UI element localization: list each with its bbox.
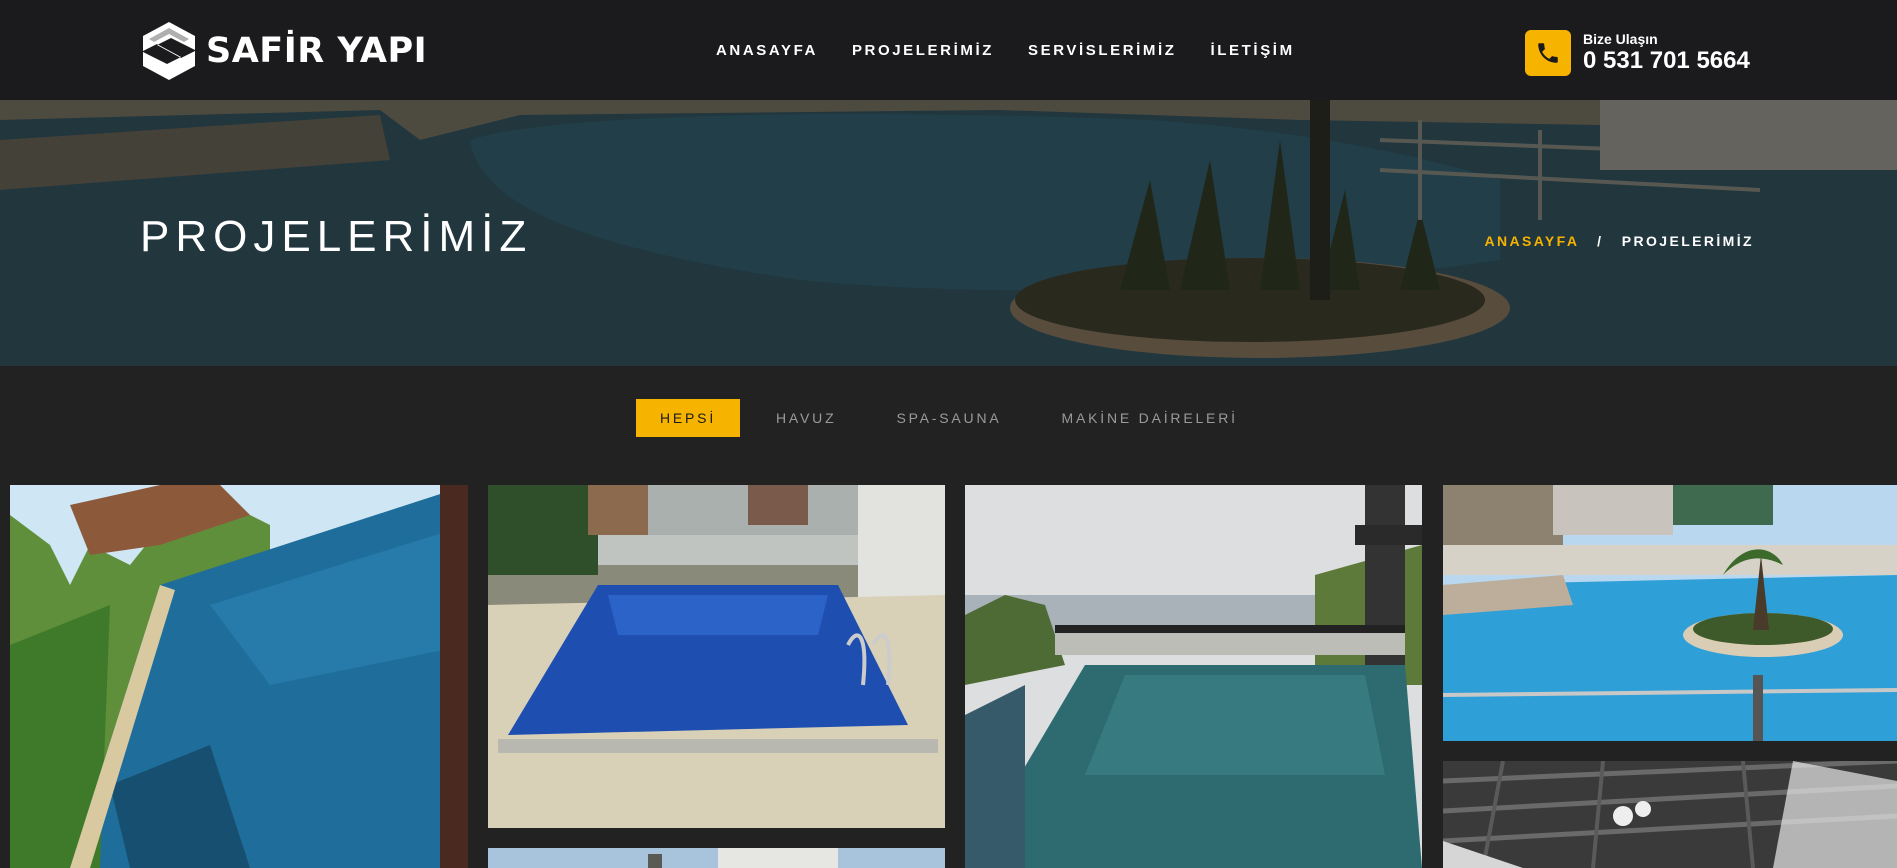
breadcrumb-separator: / <box>1597 233 1604 249</box>
page-title: PROJELERİMİZ <box>140 212 533 261</box>
nav-item-anasayfa[interactable]: ANASAYFA <box>716 42 818 59</box>
phone-icon <box>1525 30 1571 76</box>
logo[interactable]: SAFİR YAPI <box>140 20 427 82</box>
site-header: SAFİR YAPI ANASAYFA PROJELERİMİZ SERVİSL… <box>0 0 1897 100</box>
filter-tab-makine-daireleri[interactable]: MAKİNE DAİRELERİ <box>1038 399 1262 437</box>
project-image-partial[interactable] <box>488 848 945 868</box>
nav-item-servislerimiz[interactable]: SERVİSLERİMİZ <box>1028 42 1177 59</box>
page-hero: PROJELERİMİZ ANASAYFA / PROJELERİMİZ <box>0 100 1897 366</box>
filter-tab-havuz[interactable]: HAVUZ <box>752 399 860 437</box>
filter-tab-hepsi[interactable]: HEPSİ <box>636 399 741 437</box>
logo-icon <box>143 22 195 80</box>
nav-item-projelerimiz[interactable]: PROJELERİMİZ <box>852 42 994 59</box>
project-filter-tabs: HEPSİ HAVUZ SPA-SAUNA MAKİNE DAİRELERİ <box>636 399 1274 437</box>
breadcrumb-home-link[interactable]: ANASAYFA <box>1484 233 1578 249</box>
contact-block[interactable]: Bize Ulaşın 0 531 701 5664 <box>1525 30 1750 76</box>
project-image-island-pool[interactable] <box>1443 485 1897 741</box>
nav-item-iletisim[interactable]: İLETİŞİM <box>1211 42 1295 59</box>
project-image-overflow-pool[interactable] <box>965 485 1422 868</box>
filter-tab-spa-sauna[interactable]: SPA-SAUNA <box>872 399 1025 437</box>
breadcrumb: ANASAYFA / PROJELERİMİZ <box>1484 233 1754 249</box>
contact-phone[interactable]: 0 531 701 5664 <box>1583 47 1750 75</box>
project-image-infinity-pool[interactable] <box>10 485 468 868</box>
contact-label: Bize Ulaşın <box>1583 31 1658 47</box>
project-image-blue-pool[interactable] <box>488 485 945 828</box>
brand-name: SAFİR YAPI <box>206 31 428 71</box>
breadcrumb-current: PROJELERİMİZ <box>1621 233 1754 249</box>
project-image-machine-room[interactable] <box>1443 761 1897 868</box>
main-nav: ANASAYFA PROJELERİMİZ SERVİSLERİMİZ İLET… <box>716 42 1329 59</box>
